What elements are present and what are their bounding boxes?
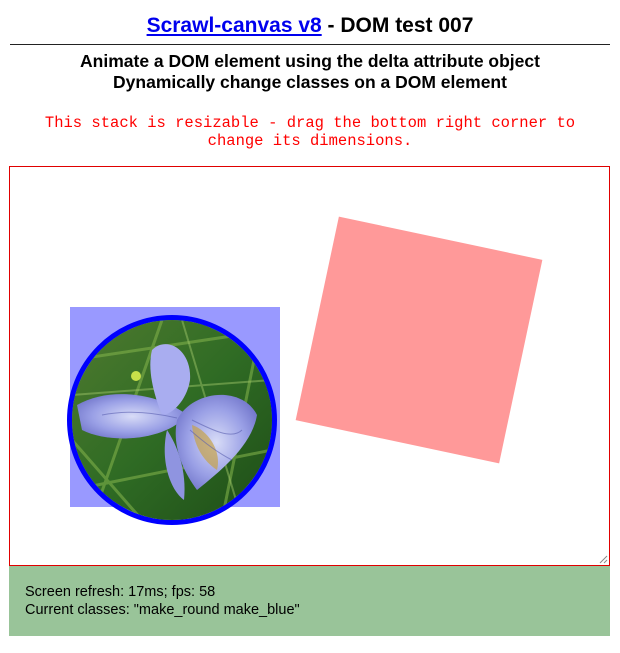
resize-warning: This stack is resizable - drag the botto… <box>10 114 610 150</box>
page-title-suffix: - DOM test 007 <box>321 14 474 37</box>
screen-refresh-readout: Screen refresh: 17ms; fps: 58 <box>25 584 216 600</box>
animated-pink-square <box>295 216 543 464</box>
current-classes-readout: Current classes: "make_round make_blue" <box>25 602 300 618</box>
iris-flower-image <box>72 320 272 520</box>
scrawl-canvas-link[interactable]: Scrawl-canvas v8 <box>147 14 322 37</box>
subtitle-line-2: Dynamically change classes on a DOM elem… <box>113 72 507 92</box>
subtitle-line-1: Animate a DOM element using the delta at… <box>80 51 540 71</box>
warning-line-2: change its dimensions. <box>207 132 413 150</box>
report-panel: Screen refresh: 17ms; fps: 58 Current cl… <box>9 566 610 636</box>
page-subtitle: Animate a DOM element using the delta at… <box>10 51 610 93</box>
resize-grip-icon[interactable] <box>598 554 608 564</box>
warning-line-1: This stack is resizable - drag the botto… <box>44 114 576 132</box>
flower-element <box>67 315 277 525</box>
page-title: Scrawl-canvas v8 - DOM test 007 <box>10 12 610 40</box>
resizable-stack[interactable] <box>9 166 610 566</box>
title-divider <box>10 44 610 45</box>
